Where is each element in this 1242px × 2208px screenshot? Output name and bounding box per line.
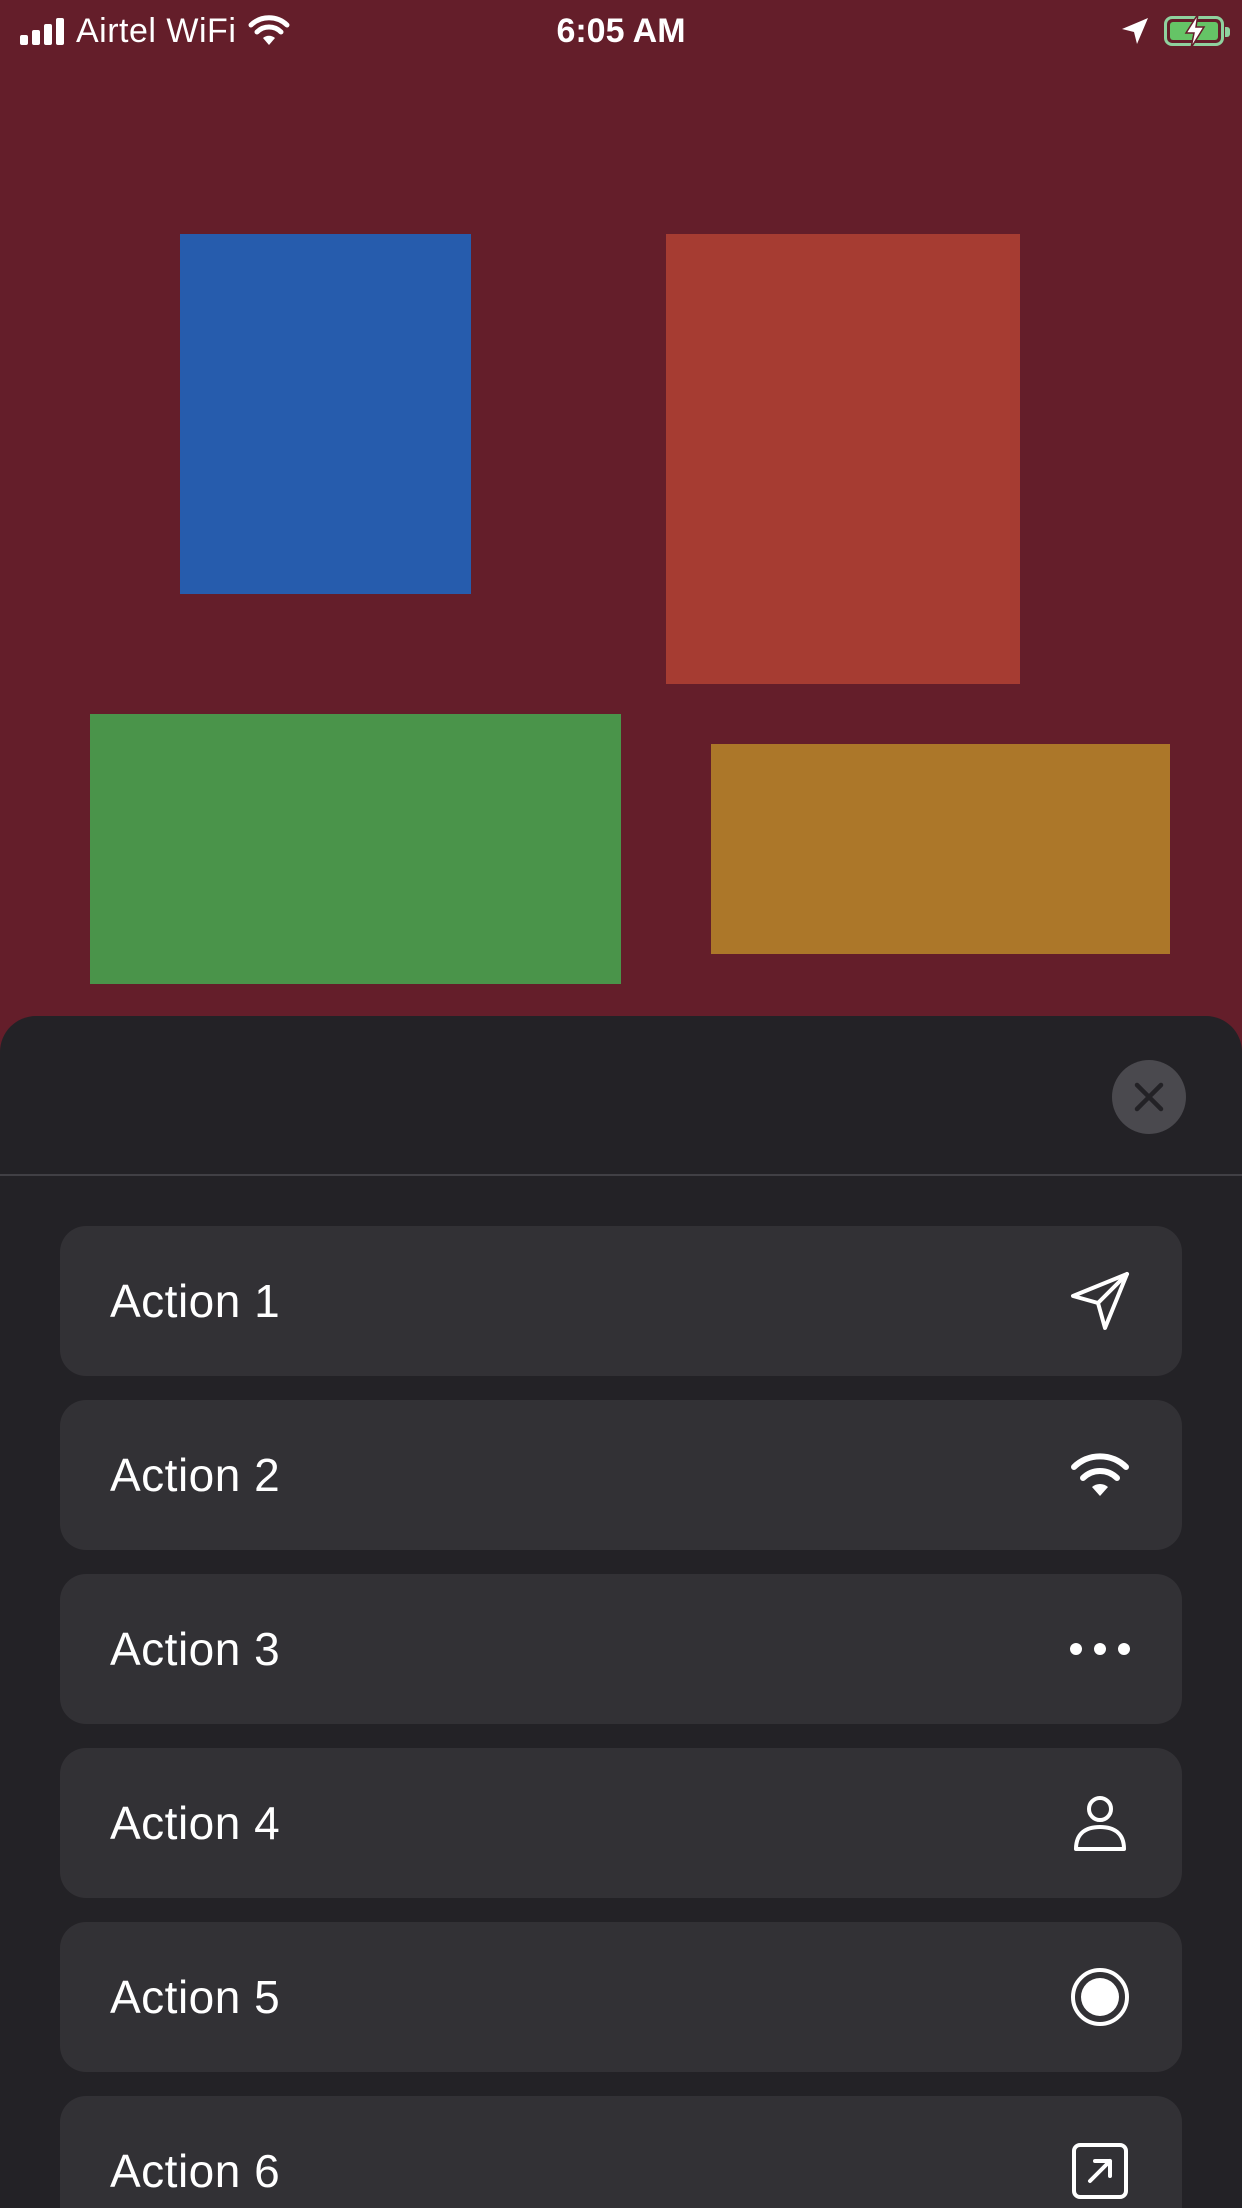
blue-rectangle (180, 234, 471, 594)
action-list: Action 1 Action 2 Action 3 Action 4 Acti… (60, 1226, 1182, 2208)
action-label: Action 2 (110, 1449, 281, 1501)
action-5-button[interactable]: Action 5 (60, 1922, 1182, 2072)
close-button[interactable] (1112, 1060, 1186, 1134)
status-time: 6:05 AM (556, 12, 686, 50)
action-2-button[interactable]: Action 2 (60, 1400, 1182, 1550)
paperplane-icon (1068, 1269, 1132, 1333)
action-sheet: Action 1 Action 2 Action 3 Action 4 Acti… (0, 1016, 1242, 2208)
close-icon (1134, 1082, 1164, 1112)
action-3-button[interactable]: Action 3 (60, 1574, 1182, 1724)
action-label: Action 4 (110, 1797, 281, 1849)
status-bar-right (1120, 10, 1230, 52)
action-6-button[interactable]: Action 6 (60, 2096, 1182, 2208)
action-label: Action 6 (110, 2145, 281, 2197)
action-4-button[interactable]: Action 4 (60, 1748, 1182, 1898)
action-label: Action 5 (110, 1971, 281, 2023)
action-label: Action 1 (110, 1275, 281, 1327)
green-rectangle (90, 714, 621, 984)
battery-charging-icon (1164, 13, 1230, 49)
action-label: Action 3 (110, 1623, 281, 1675)
red-rectangle (666, 234, 1020, 684)
wifi-icon (1068, 1443, 1132, 1507)
orange-rectangle (711, 744, 1170, 954)
record-circle-icon (1068, 1965, 1132, 2029)
location-arrow-icon (1122, 18, 1148, 44)
person-icon (1068, 1791, 1132, 1855)
arrow-up-right-square-icon (1068, 2139, 1132, 2203)
ellipsis-icon (1068, 1617, 1132, 1681)
action-1-button[interactable]: Action 1 (60, 1226, 1182, 1376)
status-bar: Airtel WiFi 6:05 AM (0, 0, 1242, 64)
sheet-header (0, 1016, 1242, 1176)
